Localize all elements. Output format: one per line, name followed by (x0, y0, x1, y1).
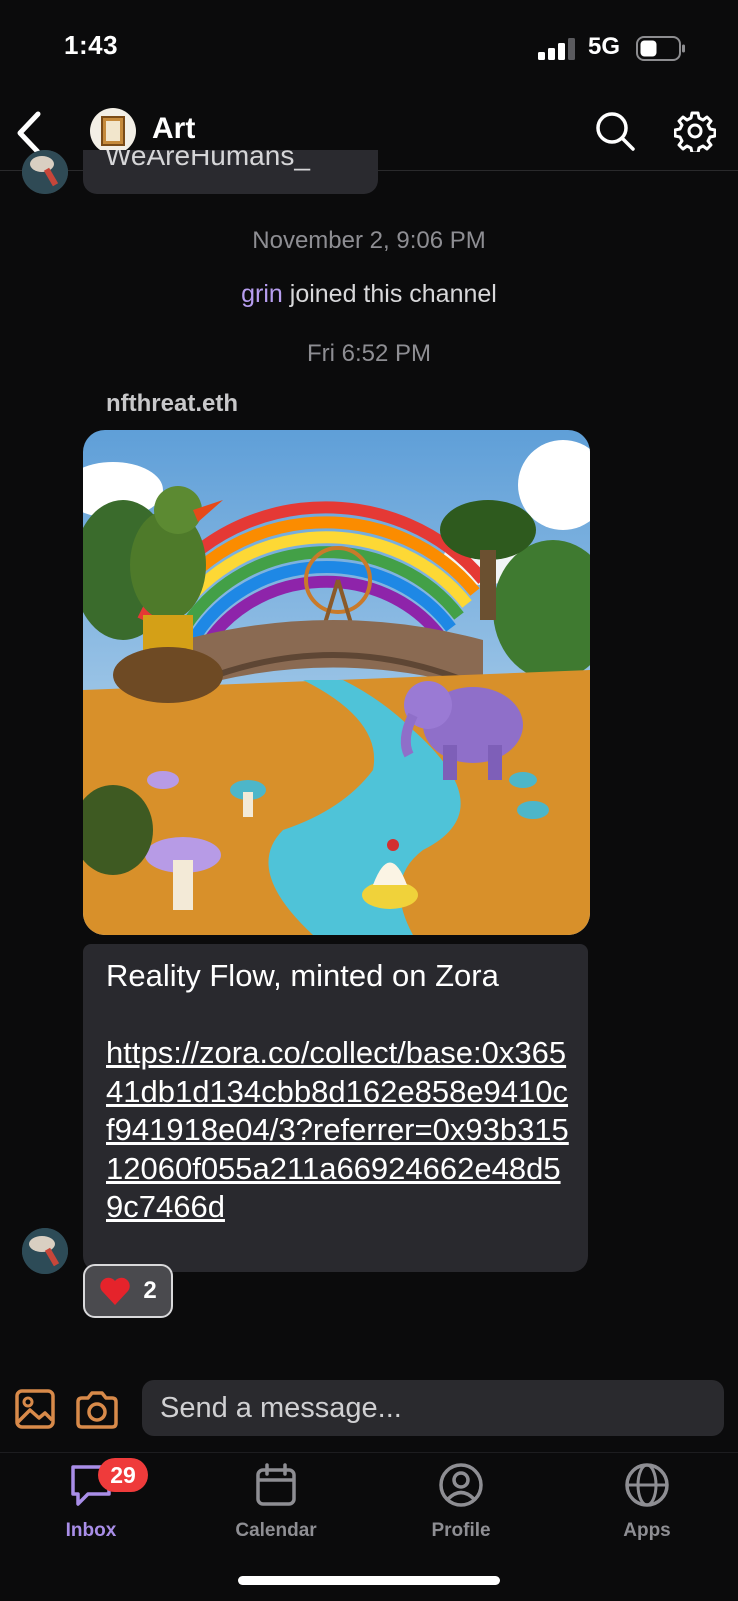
status-time: 1:43 (64, 30, 119, 60)
join-event: grin joined this channel (0, 280, 738, 309)
calendar-icon (256, 1463, 296, 1506)
join-username[interactable]: grin (241, 280, 283, 308)
unread-badge: 29 (98, 1458, 148, 1492)
heart-icon (100, 1277, 131, 1305)
reaction-count: 2 (143, 1277, 157, 1304)
message-text: Reality Flow, minted on Zora (106, 958, 499, 993)
globe-icon (625, 1463, 669, 1507)
person-icon (439, 1463, 483, 1507)
picture-frame-icon (101, 116, 125, 146)
camera-icon[interactable] (74, 1390, 120, 1430)
message-input[interactable] (142, 1380, 724, 1436)
message-author[interactable]: nfthreat.eth (106, 390, 238, 418)
previous-message-bubble: WeAreHumans_ (83, 150, 378, 194)
sender-avatar[interactable] (22, 1228, 68, 1274)
tab-apps[interactable]: Apps (587, 1462, 707, 1542)
tab-label: Apps (623, 1520, 671, 1541)
tab-label: Inbox (65, 1520, 117, 1541)
timestamp: November 2, 9:06 PM (252, 227, 486, 254)
nft-artwork-image[interactable] (83, 430, 590, 935)
channel-avatar[interactable] (90, 108, 136, 154)
join-text: joined this channel (282, 280, 497, 308)
heart-reaction[interactable]: 2 (83, 1264, 173, 1318)
timestamp: Fri 6:52 PM (306, 340, 432, 367)
user-avatar[interactable] (22, 150, 68, 194)
tab-calendar[interactable]: Calendar (216, 1462, 336, 1542)
tab-profile[interactable]: Profile (401, 1462, 521, 1542)
previous-message-text: WeAreHumans_ (105, 150, 310, 171)
image-picker-icon[interactable] (14, 1388, 56, 1430)
settings-gear-icon[interactable] (674, 110, 716, 152)
message-link[interactable]: https://zora.co/collect/base:0x36541db1d… (106, 1034, 576, 1227)
battery-icon (636, 36, 685, 61)
tab-label: Profile (431, 1520, 491, 1541)
tab-label: Calendar (235, 1520, 317, 1541)
signal-strength-icon (538, 38, 575, 60)
channel-title: Art (152, 112, 196, 145)
network-type: 5G (588, 33, 621, 60)
search-icon[interactable] (594, 110, 636, 152)
home-indicator[interactable] (238, 1576, 500, 1585)
